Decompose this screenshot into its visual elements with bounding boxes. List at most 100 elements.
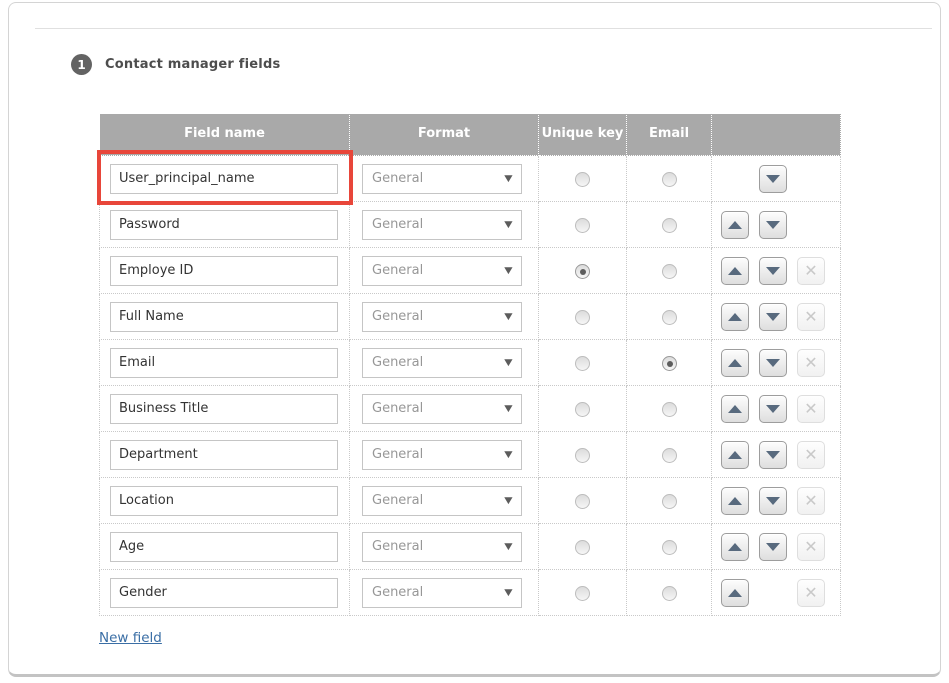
format-select-value: General [372,401,423,416]
unique-key-radio[interactable] [575,264,590,279]
field-name-input[interactable] [110,302,338,332]
move-down-button[interactable] [759,395,787,423]
field-name-input[interactable] [110,348,338,378]
move-down-button[interactable] [759,349,787,377]
format-cell: General ▼ [350,248,539,294]
email-radio[interactable] [662,586,677,601]
field-name-input[interactable] [110,210,338,240]
close-icon: ✕ [804,493,817,509]
move-up-button[interactable] [721,257,749,285]
email-radio[interactable] [662,356,677,371]
email-radio[interactable] [662,494,677,509]
format-select[interactable]: General ▼ [362,164,522,194]
field-name-input[interactable] [110,440,338,470]
unique-key-radio[interactable] [575,448,590,463]
arrow-down-icon [766,543,780,551]
delete-row-button[interactable]: ✕ [797,487,825,515]
delete-row-button[interactable]: ✕ [797,441,825,469]
field-name-input[interactable] [110,394,338,424]
field-name-cell [100,478,350,524]
move-up-button[interactable] [721,441,749,469]
table-row: General ▼ ✕ [100,478,841,524]
unique-key-radio[interactable] [575,356,590,371]
chevron-down-icon: ▼ [504,358,512,368]
field-name-input[interactable] [110,256,338,286]
new-field-link[interactable]: New field [99,630,162,646]
arrow-down-icon [766,451,780,459]
unique-key-radio[interactable] [575,218,590,233]
delete-row-button[interactable]: ✕ [797,303,825,331]
actions-cell: ✕ [712,340,841,386]
field-name-input[interactable] [110,532,338,562]
delete-row-button[interactable]: ✕ [797,395,825,423]
arrow-up-icon [728,543,742,551]
format-select[interactable]: General ▼ [362,394,522,424]
unique-key-cell [539,202,627,248]
row-actions: ✕ [712,487,840,515]
move-down-button[interactable] [759,487,787,515]
unique-key-radio[interactable] [575,586,590,601]
row-actions: ✕ [712,349,840,377]
format-select[interactable]: General ▼ [362,210,522,240]
arrow-up-icon [728,359,742,367]
email-radio[interactable] [662,310,677,325]
move-up-button[interactable] [721,395,749,423]
unique-key-radio[interactable] [575,494,590,509]
row-actions: ✕ [712,441,840,469]
unique-key-radio[interactable] [575,172,590,187]
delete-row-button[interactable]: ✕ [797,579,825,607]
close-icon: ✕ [804,355,817,371]
field-name-input[interactable] [110,486,338,516]
email-radio[interactable] [662,218,677,233]
move-up-button[interactable] [721,349,749,377]
unique-key-radio[interactable] [575,310,590,325]
format-select-value: General [372,493,423,508]
email-radio[interactable] [662,448,677,463]
unique-key-radio[interactable] [575,402,590,417]
format-select[interactable]: General ▼ [362,532,522,562]
field-name-cell [100,340,350,386]
chevron-down-icon: ▼ [504,450,512,460]
arrow-down-icon [766,267,780,275]
move-up-button[interactable] [721,579,749,607]
move-up-button[interactable] [721,533,749,561]
format-select-value: General [372,263,423,278]
unique-key-radio[interactable] [575,540,590,555]
format-cell: General ▼ [350,386,539,432]
format-select[interactable]: General ▼ [362,302,522,332]
email-radio[interactable] [662,540,677,555]
format-select-value: General [372,171,423,186]
move-down-button[interactable] [759,257,787,285]
delete-row-button[interactable]: ✕ [797,533,825,561]
field-name-cell [100,248,350,294]
arrow-down-icon [766,497,780,505]
email-radio[interactable] [662,172,677,187]
field-name-input[interactable] [110,578,338,608]
format-select[interactable]: General ▼ [362,440,522,470]
move-down-button[interactable] [759,533,787,561]
content-card: 1 Contact manager fields Field name Form… [8,2,941,677]
format-select[interactable]: General ▼ [362,256,522,286]
field-name-input[interactable] [110,164,338,194]
format-select[interactable]: General ▼ [362,578,522,608]
format-select[interactable]: General ▼ [362,348,522,378]
email-radio[interactable] [662,402,677,417]
header-field-name: Field name [100,114,350,156]
move-up-button[interactable] [721,211,749,239]
arrow-down-icon [766,221,780,229]
move-down-button[interactable] [759,211,787,239]
email-cell [627,386,712,432]
delete-row-button[interactable]: ✕ [797,257,825,285]
move-down-button[interactable] [759,441,787,469]
move-down-button[interactable] [759,165,787,193]
move-down-button[interactable] [759,303,787,331]
field-name-cell [100,386,350,432]
chevron-down-icon: ▼ [504,404,512,414]
format-cell: General ▼ [350,340,539,386]
format-select[interactable]: General ▼ [362,486,522,516]
move-up-button[interactable] [721,487,749,515]
delete-row-button[interactable]: ✕ [797,349,825,377]
table-row: General ▼ ✕ [100,294,841,340]
move-up-button[interactable] [721,303,749,331]
email-radio[interactable] [662,264,677,279]
